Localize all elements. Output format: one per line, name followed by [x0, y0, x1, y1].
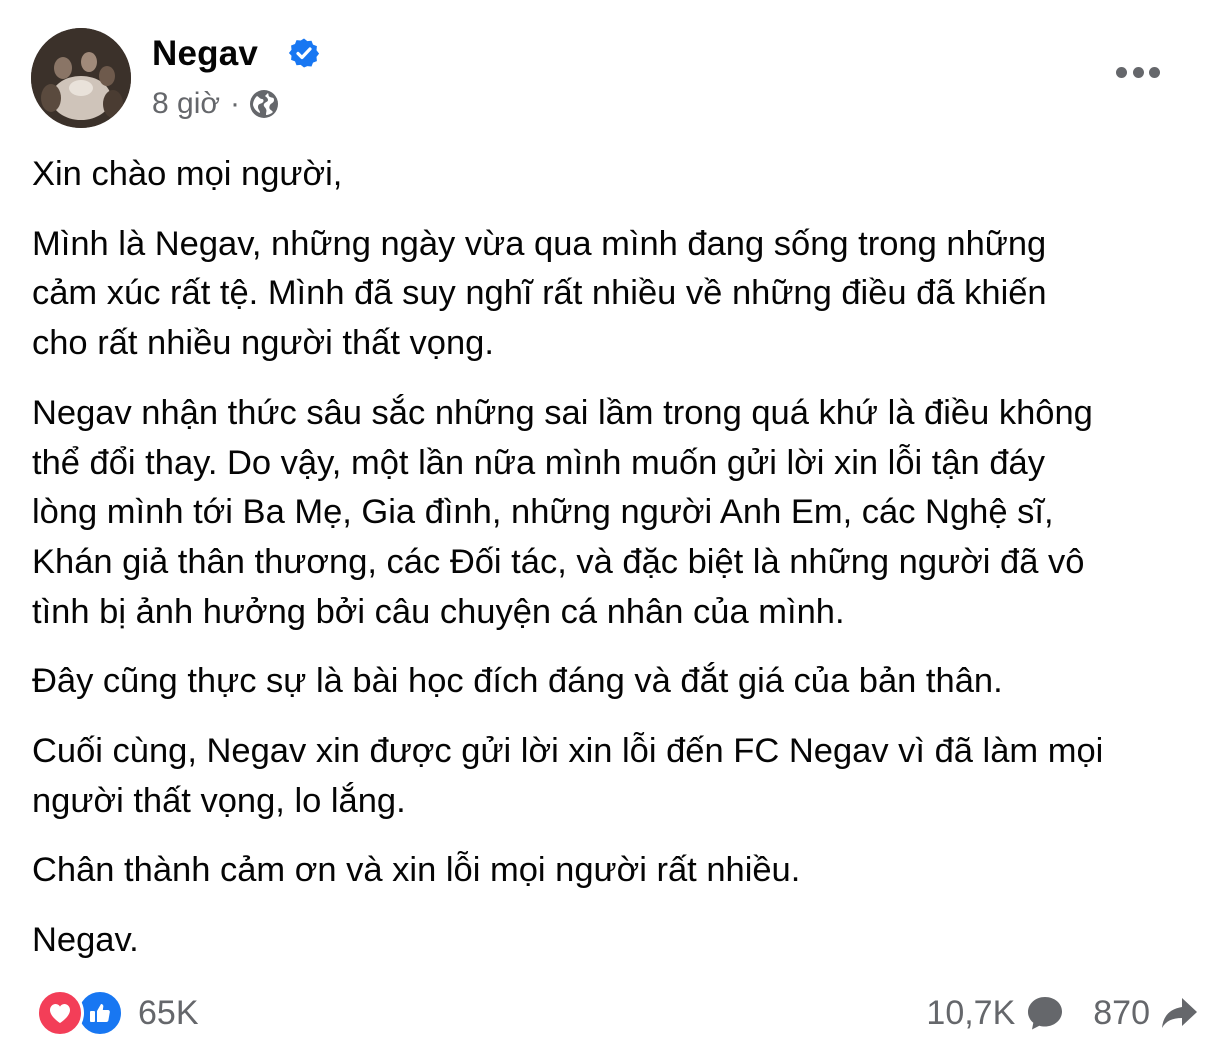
more-options-icon[interactable] [1116, 64, 1160, 80]
comments-link[interactable]: 10,7K [926, 993, 1065, 1033]
more-dot [1149, 66, 1160, 78]
comment-count: 10,7K [926, 993, 1016, 1032]
share-count: 870 [1093, 993, 1150, 1032]
meta-separator: · [230, 87, 241, 120]
post-paragraph: Mình là Negav, những ngày vừa qua mình đ… [32, 224, 1047, 363]
post-stats: 10,7K 870 [926, 988, 1200, 1038]
post-footer: 65K 10,7K 870 [32, 988, 1200, 1040]
avatar-image [31, 28, 131, 128]
facebook-post: Negav 8 giờ · Xin chào mọi người, Mình l… [0, 0, 1224, 1056]
reaction-count: 65K [138, 993, 199, 1032]
post-meta: 8 giờ · [152, 84, 280, 124]
more-dot [1116, 66, 1127, 78]
comment-icon [1028, 997, 1063, 1030]
more-dot [1132, 66, 1144, 78]
post-paragraph: Xin chào mọi người, [32, 155, 343, 193]
author-name[interactable]: Negav [152, 32, 258, 76]
globe-icon[interactable] [248, 88, 280, 120]
post-text: Xin chào mọi người, Mình là Negav, những… [32, 150, 1207, 986]
love-reaction-icon [36, 989, 84, 1037]
post-paragraph: Cuối cùng, Negav xin được gửi lời xin lỗ… [32, 732, 1104, 820]
post-time[interactable]: 8 giờ [152, 84, 220, 124]
post-paragraph: Negav nhận thức sâu sắc những sai lầm tr… [32, 393, 1093, 631]
verified-badge-icon [288, 38, 320, 68]
post-paragraph: Negav. [32, 921, 139, 960]
shares-link[interactable]: 870 [1093, 993, 1200, 1033]
post-paragraph: Đây cũng thực sự là bài học đích đáng và… [32, 662, 1003, 701]
author-avatar[interactable] [31, 28, 131, 128]
post-paragraph: Chân thành cảm ơn và xin lỗi mọi người r… [32, 851, 801, 890]
reactions-summary[interactable]: 65K [36, 988, 199, 1038]
share-icon [1162, 998, 1197, 1028]
